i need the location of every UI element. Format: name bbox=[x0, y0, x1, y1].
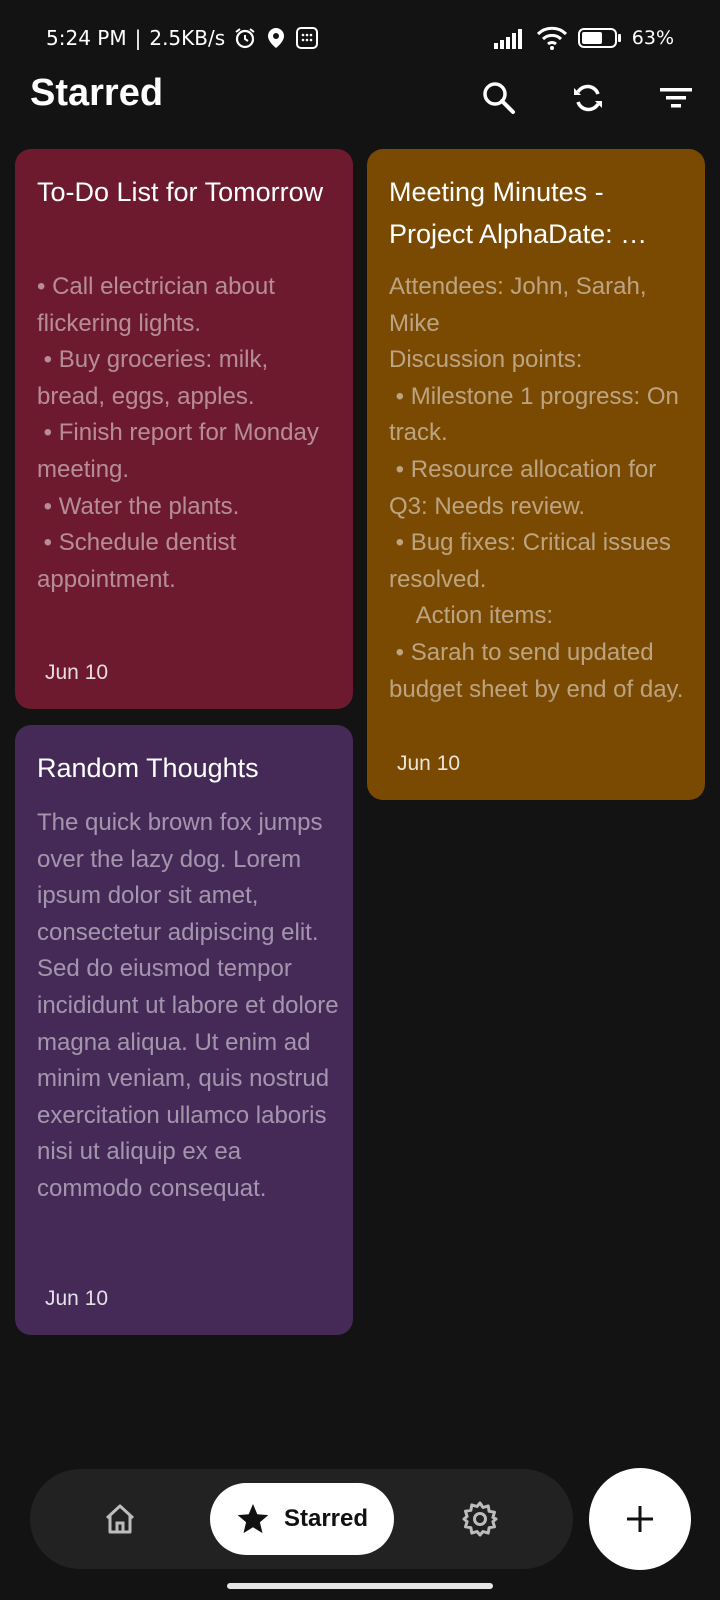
add-note-button[interactable] bbox=[589, 1468, 691, 1570]
gear-icon bbox=[462, 1501, 498, 1537]
status-bar: 5:24 PM | 2.5KB/s 63% bbox=[0, 0, 720, 78]
search-button[interactable] bbox=[471, 70, 527, 126]
star-icon bbox=[237, 1504, 269, 1534]
bottom-nav: Starred bbox=[30, 1469, 573, 1569]
nav-settings-button[interactable] bbox=[454, 1493, 506, 1545]
note-card-random[interactable]: Random Thoughts The quick brown fox jump… bbox=[15, 725, 353, 1335]
note-body: • Call electrician about flickering ligh… bbox=[37, 273, 319, 593]
home-indicator[interactable] bbox=[227, 1583, 493, 1589]
sync-button[interactable] bbox=[560, 70, 616, 126]
nav-home-button[interactable] bbox=[94, 1493, 146, 1545]
note-title: Random Thoughts bbox=[37, 753, 259, 783]
sync-icon bbox=[574, 84, 602, 112]
search-icon bbox=[483, 82, 515, 114]
app-header: Starred bbox=[0, 70, 720, 148]
note-title: Meeting Minutes - Project AlphaDate: … bbox=[389, 177, 648, 249]
nav-starred-label: Starred bbox=[283, 1505, 369, 1532]
status-left: 5:24 PM | 2.5KB/s bbox=[46, 26, 319, 50]
alarm-icon bbox=[233, 26, 257, 50]
note-body: The quick brown fox jumps over the lazy … bbox=[37, 809, 339, 1202]
wifi-icon bbox=[536, 26, 568, 50]
filter-icon bbox=[660, 88, 692, 108]
status-speed: 2.5KB/s bbox=[149, 26, 226, 50]
plus-icon bbox=[627, 1506, 653, 1532]
location-icon bbox=[265, 26, 287, 50]
note-card-meeting[interactable]: Meeting Minutes - Project AlphaDate: … A… bbox=[367, 149, 705, 800]
battery-icon bbox=[577, 27, 622, 49]
battery-level: 63% bbox=[631, 27, 674, 49]
status-separator: | bbox=[134, 26, 142, 50]
status-right: 63% bbox=[493, 26, 674, 50]
signal-icon bbox=[493, 27, 526, 49]
note-date: Jun 10 bbox=[397, 752, 461, 775]
status-time: 5:24 PM bbox=[46, 26, 127, 50]
calendar-icon bbox=[295, 26, 319, 50]
note-date: Jun 10 bbox=[45, 661, 109, 684]
note-date: Jun 10 bbox=[45, 1287, 109, 1310]
filter-button[interactable] bbox=[648, 70, 704, 126]
note-card-todo[interactable]: To-Do List for Tomorrow • Call electrici… bbox=[15, 149, 353, 709]
note-body: Attendees: John, Sarah, Mike Discussion … bbox=[389, 273, 684, 703]
page-title: Starred bbox=[30, 72, 164, 114]
nav-starred-button[interactable]: Starred bbox=[210, 1483, 394, 1555]
home-icon bbox=[105, 1504, 135, 1534]
note-title: To-Do List for Tomorrow bbox=[37, 177, 324, 207]
